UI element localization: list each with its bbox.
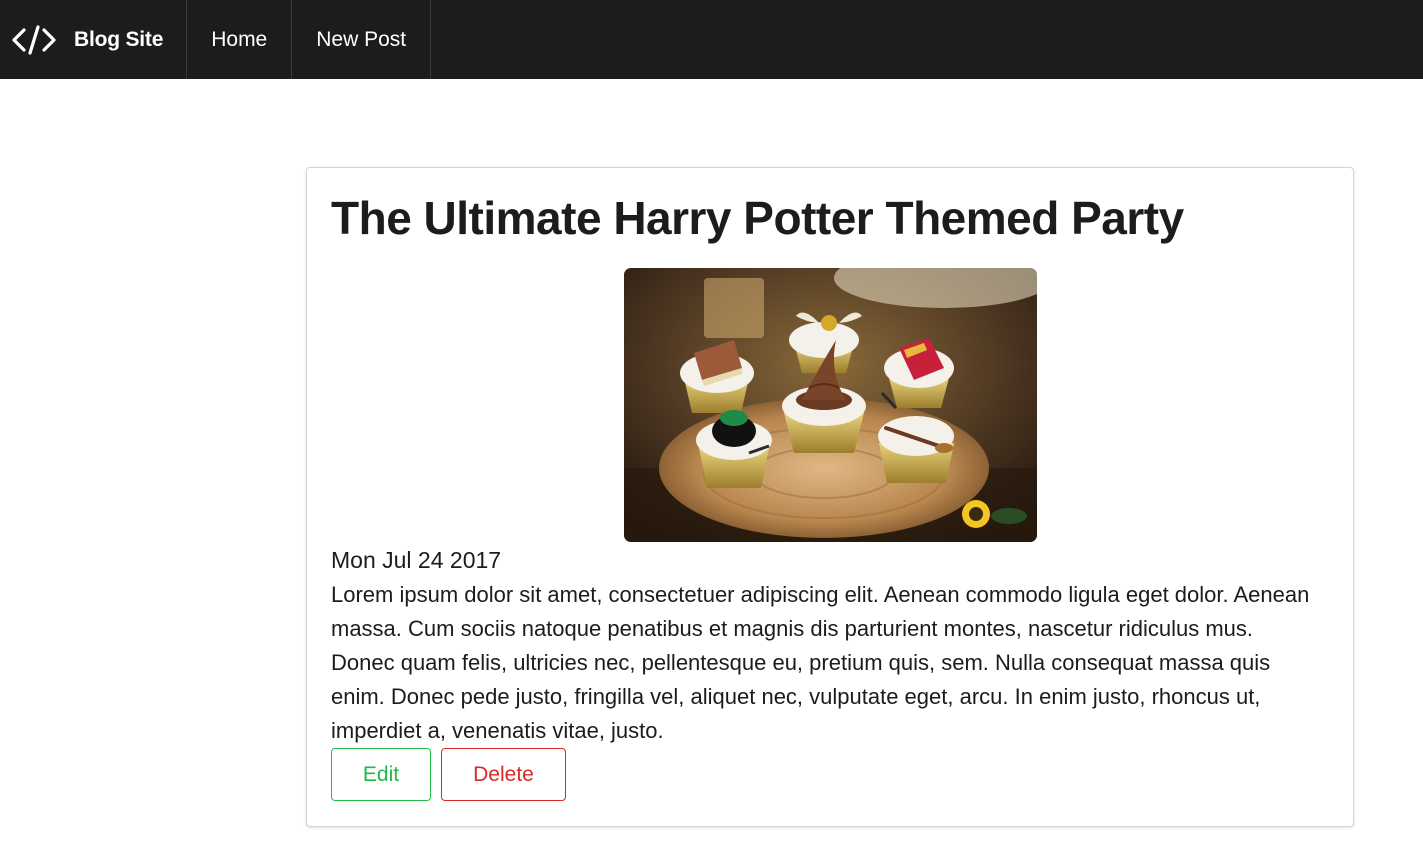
edit-button[interactable]: Edit <box>331 748 431 801</box>
post-card: The Ultimate Harry Potter Themed Party M… <box>306 167 1354 827</box>
code-icon <box>12 24 74 56</box>
post-title: The Ultimate Harry Potter Themed Party <box>331 192 1184 244</box>
post-date: Mon Jul 24 2017 <box>331 547 502 573</box>
nav-item-new-post[interactable]: New Post <box>292 0 432 79</box>
post-image <box>624 268 1037 542</box>
brand-label: Blog Site <box>74 27 164 51</box>
nav-item-home[interactable]: Home <box>187 0 293 79</box>
post-body: Lorem ipsum dolor sit amet, consectetuer… <box>331 582 1310 743</box>
brand-link[interactable]: Blog Site <box>0 0 188 79</box>
delete-button[interactable]: Delete <box>441 748 566 801</box>
top-navbar: Blog Site Home New Post <box>0 0 1423 79</box>
